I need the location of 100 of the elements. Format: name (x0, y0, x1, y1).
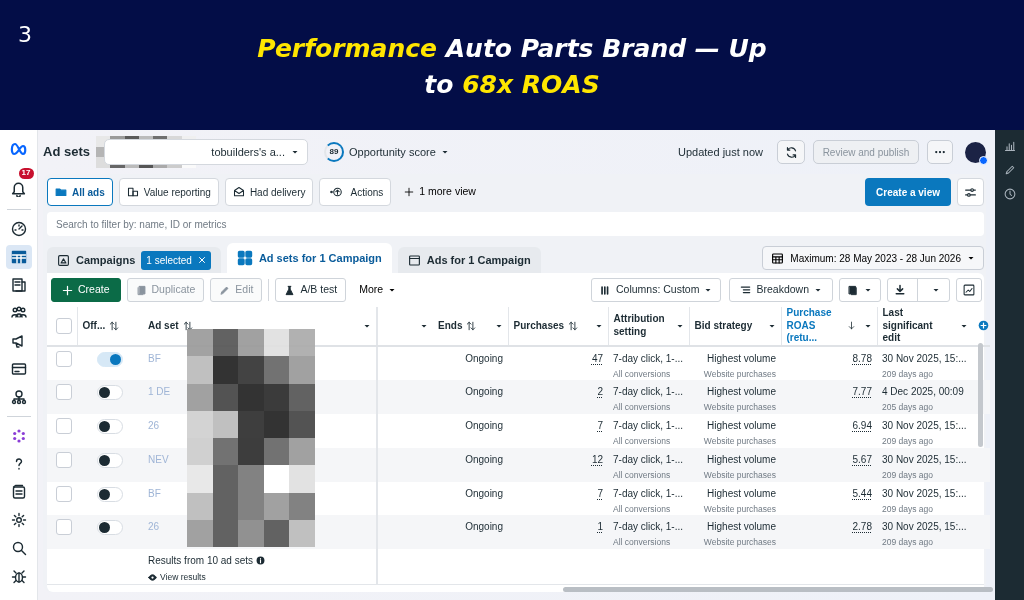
toggle-switch[interactable] (97, 385, 123, 401)
toggle-switch[interactable] (97, 452, 123, 468)
toggle-switch[interactable] (97, 520, 123, 536)
id-card-icon[interactable] (10, 484, 27, 500)
column-header[interactable]: Ad set (148, 319, 179, 332)
purchases-value[interactable]: 47 (591, 352, 603, 364)
roas-value[interactable]: 2.78 (852, 521, 872, 533)
row-checkbox[interactable] (56, 384, 72, 401)
column-header[interactable]: Attribution setting (613, 313, 668, 339)
purchases-value[interactable]: 2 (597, 386, 603, 398)
row-checkbox[interactable] (56, 485, 72, 502)
export-button[interactable] (887, 278, 950, 302)
column-header[interactable]: Ends (438, 319, 463, 332)
end-date-cell-text: Ongoing (464, 385, 503, 400)
round-badge-icon (979, 155, 988, 165)
profile-avatar[interactable] (965, 141, 986, 163)
row-checkbox[interactable] (56, 418, 72, 434)
scrollbar-thumb[interactable] (978, 343, 983, 447)
column-header[interactable]: Last significant edit (882, 307, 952, 345)
toggle-switch[interactable] (97, 486, 123, 502)
last-edit-ago: 209 days ago (882, 536, 935, 549)
view-results-link[interactable]: View results (148, 571, 371, 584)
last-edit-ago: 209 days ago (882, 468, 935, 482)
attribution-detail: All conversions (613, 367, 672, 381)
caret-icon (864, 286, 872, 294)
bug-icon[interactable] (10, 568, 27, 584)
roas-value[interactable]: 7.77 (852, 386, 872, 398)
reports-icon (848, 284, 859, 296)
gauge-icon[interactable] (10, 221, 27, 237)
row-checkbox[interactable] (56, 519, 72, 536)
column-header[interactable]: Bid strategy (694, 319, 753, 332)
bid-strategy-value: Highest volume (706, 385, 776, 400)
caret-icon (388, 286, 397, 294)
row-checkbox[interactable] (56, 350, 72, 367)
credit-card-icon[interactable] (10, 361, 27, 377)
attribution-detail: All conversions (613, 502, 672, 516)
view-tab[interactable]: Value reporting (118, 178, 219, 206)
caret-icon (290, 148, 299, 156)
level-tab[interactable]: Ads for 1 Campaign (397, 247, 541, 273)
row-checkbox[interactable] (56, 451, 72, 468)
flower-icon[interactable] (10, 428, 27, 444)
roas-value[interactable]: 6.94 (852, 420, 872, 431)
attribution-detail: All conversions (613, 435, 672, 448)
bid-strategy-detail: Website purchases (702, 536, 776, 549)
breakdown-button[interactable]: Breakdown (729, 278, 833, 302)
toolbar-button[interactable]: Create (51, 278, 121, 302)
view-tab[interactable]: All ads (47, 178, 113, 206)
level-tab[interactable]: Campaigns 1 selected (47, 247, 221, 273)
info-icon (256, 556, 266, 565)
add-view-button[interactable]: 1 more view (397, 184, 483, 200)
last-edit-value: 30 Nov 2025, 15:... (882, 419, 968, 433)
scrollbar-thumb[interactable] (563, 587, 993, 592)
grid-icon (236, 250, 253, 266)
account-selector[interactable]: tobuilders's a... (103, 139, 308, 165)
roas-value[interactable]: 5.67 (852, 453, 872, 465)
settings-icon[interactable] (10, 512, 27, 528)
search-icon[interactable] (10, 540, 27, 556)
column-header[interactable]: Purchase ROAS (retu... (786, 307, 843, 345)
filter-settings-button[interactable] (957, 178, 984, 206)
purchases-value[interactable]: 12 (591, 453, 603, 465)
date-range-button[interactable]: Maximum: 28 May 2023 - 28 Jun 2026 (762, 246, 984, 270)
column-header[interactable]: Off... (82, 319, 106, 332)
roas-value[interactable]: 8.78 (852, 352, 872, 364)
network-icon[interactable] (10, 389, 27, 405)
table-icon[interactable] (10, 249, 27, 265)
create-view-button[interactable]: Create a view (865, 178, 951, 206)
chart-button[interactable] (956, 278, 982, 302)
opportunity-score-label[interactable]: Opportunity score (348, 143, 436, 161)
select-all-checkbox[interactable] (56, 317, 72, 334)
notification-count: 17 (18, 168, 34, 179)
selection-chip[interactable]: 1 selected (141, 250, 211, 270)
pages-icon[interactable] (10, 277, 27, 293)
pencil-icon[interactable] (1003, 164, 1016, 176)
last-edit-value: 30 Nov 2025, 15:... (882, 486, 968, 501)
more-menu-button[interactable]: More (352, 282, 404, 298)
refresh-button[interactable] (777, 140, 805, 164)
clock-icon[interactable] (1003, 188, 1016, 200)
purchases-value[interactable]: 1 (597, 521, 603, 533)
search-field[interactable]: Search to filter by: name, ID or metrics (47, 212, 984, 236)
people-icon[interactable] (10, 305, 27, 321)
toolbar-button[interactable]: A/B test (275, 278, 347, 302)
column-header[interactable]: Purchases (513, 319, 565, 332)
breakdown-icon (740, 284, 752, 296)
roas-value[interactable]: 5.44 (852, 487, 872, 499)
attribution-value: 7-day click, 1-... (613, 385, 684, 400)
bell-icon[interactable] (10, 179, 27, 197)
reports-button[interactable] (839, 278, 881, 302)
view-tab[interactable]: Actions (319, 178, 392, 206)
calendar-icon (771, 251, 785, 265)
toggle-switch[interactable] (97, 419, 123, 434)
bar-chart-icon[interactable] (1003, 140, 1016, 152)
columns-button[interactable]: Columns: Custom (591, 278, 722, 302)
purchases-value[interactable]: 7 (597, 420, 603, 431)
level-tab[interactable]: Ad sets for 1 Campaign (226, 243, 392, 273)
view-tab[interactable]: Had delivery (224, 178, 314, 206)
end-date-cell-text: Ongoing (464, 520, 503, 535)
caret-icon (440, 148, 449, 156)
purchases-value[interactable]: 7 (597, 487, 603, 499)
last-edit-ago: 209 days ago (882, 367, 935, 381)
toggle-switch[interactable] (97, 351, 123, 367)
